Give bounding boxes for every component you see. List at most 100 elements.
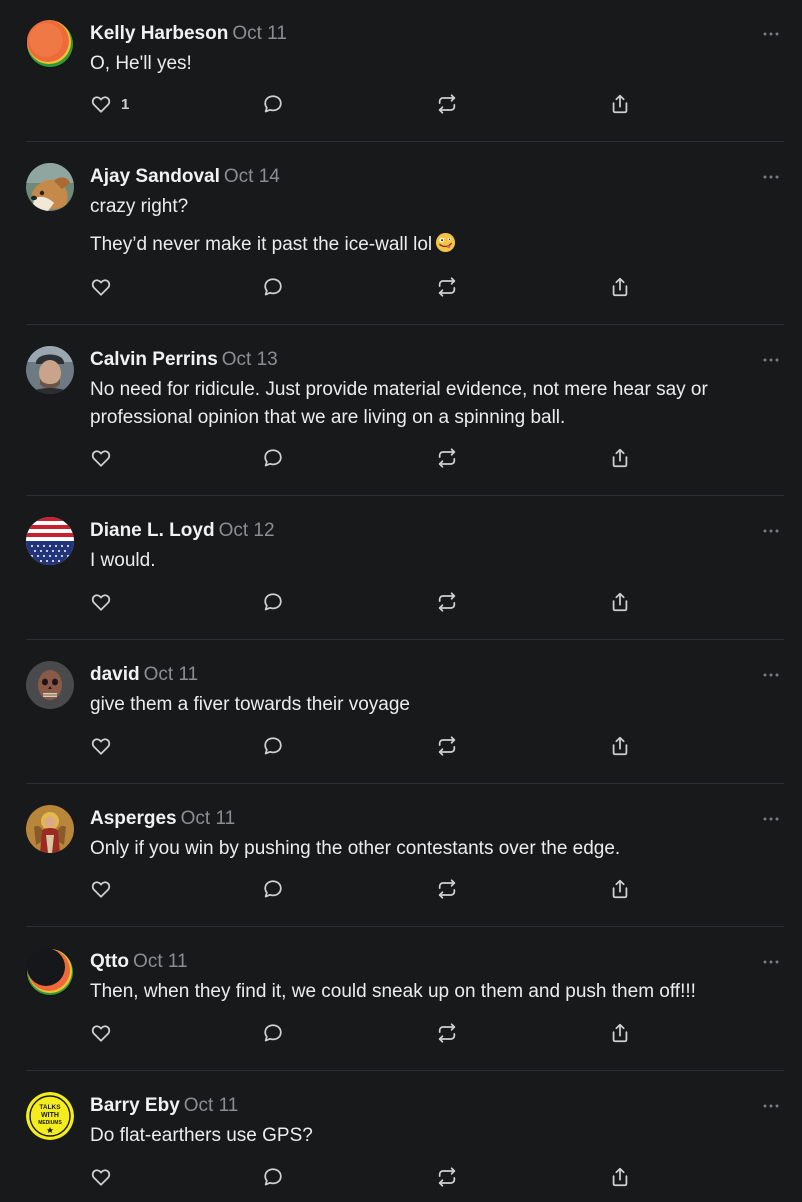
like-button[interactable]: 1 <box>90 92 129 116</box>
like-button[interactable] <box>90 877 112 901</box>
speech-bubble-icon <box>264 880 282 898</box>
share-upload-icon <box>612 1167 628 1187</box>
heart-icon <box>91 450 111 467</box>
reply-button[interactable] <box>262 446 284 470</box>
comment-actions <box>0 275 802 299</box>
author-name[interactable]: Ajay Sandoval <box>90 166 220 187</box>
share-button[interactable] <box>609 92 631 116</box>
author-name[interactable]: Barry Eby <box>90 1095 180 1116</box>
share-upload-icon <box>612 277 628 297</box>
comment-text: They’d never make it past the ice-wall l… <box>90 231 780 262</box>
comment-actions <box>0 877 802 901</box>
comment-text-line: They’d never make it past the ice-wall l… <box>90 234 433 255</box>
share-button[interactable] <box>609 1021 631 1045</box>
author-name[interactable]: Kelly Harbeson <box>90 23 228 44</box>
comment-date[interactable]: Oct 11 <box>232 23 287 44</box>
more-options-button[interactable] <box>762 171 780 183</box>
comment-actions: 1 <box>0 92 802 116</box>
like-button[interactable] <box>90 275 112 299</box>
comment-date[interactable]: Oct 13 <box>222 349 278 370</box>
zany-face-icon <box>436 232 456 253</box>
comment-actions <box>0 590 802 614</box>
restack-arrows-icon <box>438 277 456 297</box>
comment-date[interactable]: Oct 11 <box>181 808 236 829</box>
more-options-button[interactable] <box>762 956 780 968</box>
heart-icon <box>91 279 111 296</box>
more-options-button[interactable] <box>762 28 780 40</box>
divider <box>26 639 784 640</box>
comment-date[interactable]: Oct 12 <box>219 520 275 541</box>
more-options-button[interactable] <box>762 525 780 537</box>
reply-button[interactable] <box>262 590 284 614</box>
avatar[interactable] <box>26 805 74 853</box>
restack-button[interactable] <box>436 590 458 614</box>
avatar[interactable] <box>26 346 74 394</box>
share-upload-icon <box>612 592 628 612</box>
restack-button[interactable] <box>436 1165 458 1189</box>
comment-date[interactable]: Oct 11 <box>133 951 188 972</box>
share-button[interactable] <box>609 1165 631 1189</box>
restack-button[interactable] <box>436 877 458 901</box>
restack-button[interactable] <box>436 446 458 470</box>
dog-photo-avatar <box>26 163 74 211</box>
comment-date[interactable]: Oct 11 <box>184 1095 239 1116</box>
comment-actions <box>0 446 802 470</box>
ellipsis-icon <box>763 817 779 821</box>
avatar[interactable] <box>26 20 74 68</box>
like-button[interactable] <box>90 1021 112 1045</box>
more-options-button[interactable] <box>762 669 780 681</box>
reply-button[interactable] <box>262 877 284 901</box>
reply-button[interactable] <box>262 92 284 116</box>
share-button[interactable] <box>609 446 631 470</box>
author-name[interactable]: Diane L. Loyd <box>90 520 215 541</box>
like-button[interactable] <box>90 446 112 470</box>
share-upload-icon <box>612 94 628 114</box>
more-options-button[interactable] <box>762 1100 780 1112</box>
restack-arrows-icon <box>438 879 456 899</box>
speech-bubble-icon <box>264 737 282 755</box>
avatar[interactable] <box>26 163 74 211</box>
reply-button[interactable] <box>262 275 284 299</box>
comment-text: give them a fiver towards their voyage <box>90 694 410 715</box>
divider <box>26 926 784 927</box>
author-name[interactable]: Qtto <box>90 951 129 972</box>
like-button[interactable] <box>90 734 112 758</box>
author-name[interactable]: Calvin Perrins <box>90 349 218 370</box>
ellipsis-icon <box>763 673 779 677</box>
share-button[interactable] <box>609 734 631 758</box>
like-button[interactable] <box>90 590 112 614</box>
author-name[interactable]: Asperges <box>90 808 177 829</box>
avatar[interactable]: TALKS WITH MEDIUMS <box>26 1092 74 1140</box>
share-button[interactable] <box>609 877 631 901</box>
heart-icon <box>91 738 111 755</box>
reply-button[interactable] <box>262 1021 284 1045</box>
comment-text: Do flat-earthers use GPS? <box>90 1125 313 1146</box>
restack-button[interactable] <box>436 92 458 116</box>
talks-with-mediums-logo-avatar: TALKS WITH MEDIUMS <box>26 1092 74 1140</box>
ellipsis-icon <box>763 1104 779 1108</box>
share-button[interactable] <box>609 275 631 299</box>
avatar[interactable] <box>26 517 74 565</box>
more-options-button[interactable] <box>762 354 780 366</box>
avatar[interactable] <box>26 661 74 709</box>
restack-button[interactable] <box>436 275 458 299</box>
reply-button[interactable] <box>262 1165 284 1189</box>
speech-bubble-icon <box>264 449 282 467</box>
comment-date[interactable]: Oct 14 <box>224 166 280 187</box>
like-button[interactable] <box>90 1165 112 1189</box>
avatar[interactable] <box>26 948 74 996</box>
ellipsis-icon <box>763 32 779 36</box>
restack-button[interactable] <box>436 1021 458 1045</box>
skull-photo-avatar <box>26 661 74 709</box>
author-name[interactable]: david <box>90 664 140 685</box>
more-options-button[interactable] <box>762 813 780 825</box>
comment-date[interactable]: Oct 11 <box>144 664 199 685</box>
reply-button[interactable] <box>262 734 284 758</box>
speech-bubble-icon <box>264 95 282 113</box>
comment-text: crazy right? <box>90 196 189 217</box>
restack-button[interactable] <box>436 734 458 758</box>
share-button[interactable] <box>609 590 631 614</box>
divider <box>26 783 784 784</box>
comment-actions <box>0 734 802 758</box>
restack-arrows-icon <box>438 1023 456 1043</box>
